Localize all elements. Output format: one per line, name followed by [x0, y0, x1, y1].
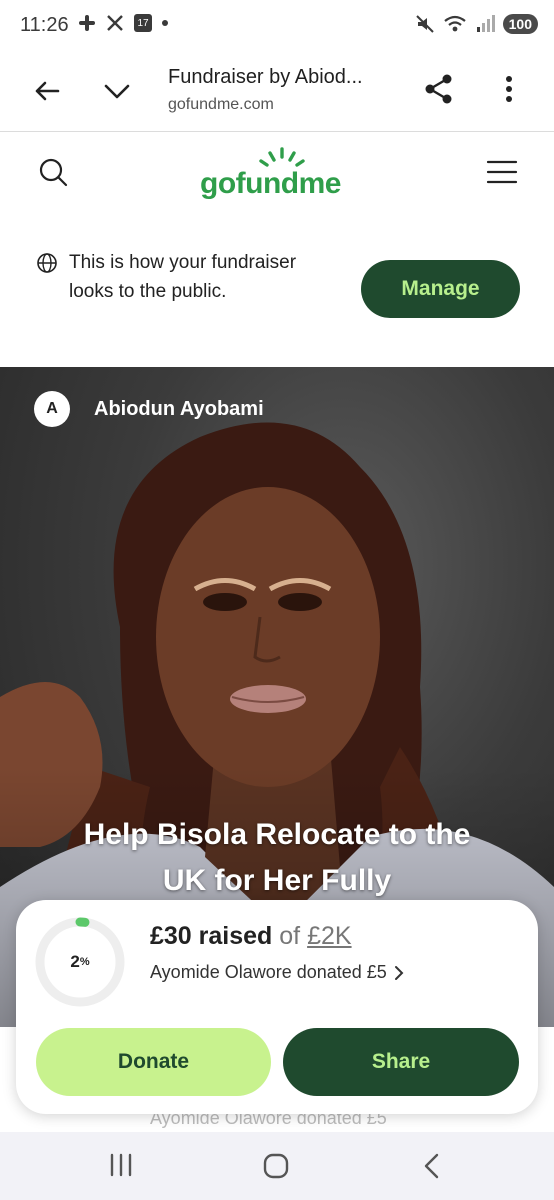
share-button[interactable]: Share — [283, 1028, 519, 1096]
search-icon[interactable] — [36, 155, 70, 189]
recent-donation-link[interactable]: Ayomide Olawore donated £5 — [150, 962, 405, 983]
manage-button[interactable]: Manage — [361, 260, 520, 318]
hamburger-menu-icon[interactable] — [484, 157, 520, 187]
raised-of: of — [279, 922, 301, 950]
fundraiser-title: Help Bisola Relocate to the UK for Her F… — [83, 818, 471, 897]
recent-donation-text: Ayomide Olawore donated £5 — [150, 962, 387, 982]
donate-button[interactable]: Donate — [36, 1028, 271, 1096]
organizer-name: Abiodun Ayobami — [94, 397, 264, 420]
progress-suffix: % — [79, 956, 90, 968]
site-header: gofundme — [0, 133, 554, 219]
share-icon[interactable] — [422, 72, 456, 106]
ghost-donation-text: Ayomide Olawore donated £5 — [150, 1114, 387, 1128]
amount-raised: £30 raised of £2K — [150, 922, 352, 951]
system-nav-bar — [0, 1132, 554, 1200]
globe-icon — [37, 253, 57, 273]
browser-toolbar: Fundraiser by Abiod... gofundme.com — [0, 52, 554, 132]
gofundme-logo[interactable]: gofundme — [196, 145, 366, 205]
signal-icon — [476, 15, 495, 32]
more-options-icon[interactable] — [494, 72, 524, 106]
organizer-avatar: A — [34, 391, 70, 427]
dot-icon — [162, 20, 168, 26]
slack-icon — [79, 15, 95, 31]
calendar-icon: 17 — [134, 14, 152, 32]
status-bar: 11:26 17 100 — [0, 0, 554, 52]
recent-apps-icon[interactable] — [106, 1152, 136, 1178]
raised-amount: £30 raised — [150, 922, 273, 950]
wifi-icon — [443, 15, 466, 32]
progress-percent: 2% — [34, 916, 126, 1008]
chevron-right-icon — [394, 965, 404, 980]
preview-notice: This is how your fundraiser looks to the… — [0, 222, 554, 366]
donation-card: 2% £30 raised of £2K Ayomide Olawore don… — [16, 900, 538, 1114]
notification-icons: 17 — [78, 14, 168, 32]
battery-icon: 100 — [502, 14, 538, 34]
organizer[interactable]: A Abiodun Ayobami — [34, 391, 264, 427]
back-arrow-icon[interactable] — [30, 74, 64, 108]
goal-amount[interactable]: £2K — [307, 922, 351, 950]
system-back-icon[interactable] — [420, 1152, 444, 1180]
page-url[interactable]: gofundme.com — [168, 96, 274, 114]
x-icon — [107, 15, 123, 31]
system-icons: 100 — [415, 14, 538, 34]
mute-icon — [415, 15, 434, 33]
page-title: Fundraiser by Abiod... — [168, 66, 363, 88]
underlying-content: Ayomide Olawore donated £5 — [0, 1114, 554, 1134]
home-icon[interactable] — [262, 1152, 290, 1180]
status-time: 11:26 — [20, 14, 69, 36]
progress-value: 2 — [70, 952, 80, 971]
chevron-down-icon[interactable] — [100, 74, 134, 108]
preview-notice-text: This is how your fundraiser looks to the… — [69, 252, 297, 302]
